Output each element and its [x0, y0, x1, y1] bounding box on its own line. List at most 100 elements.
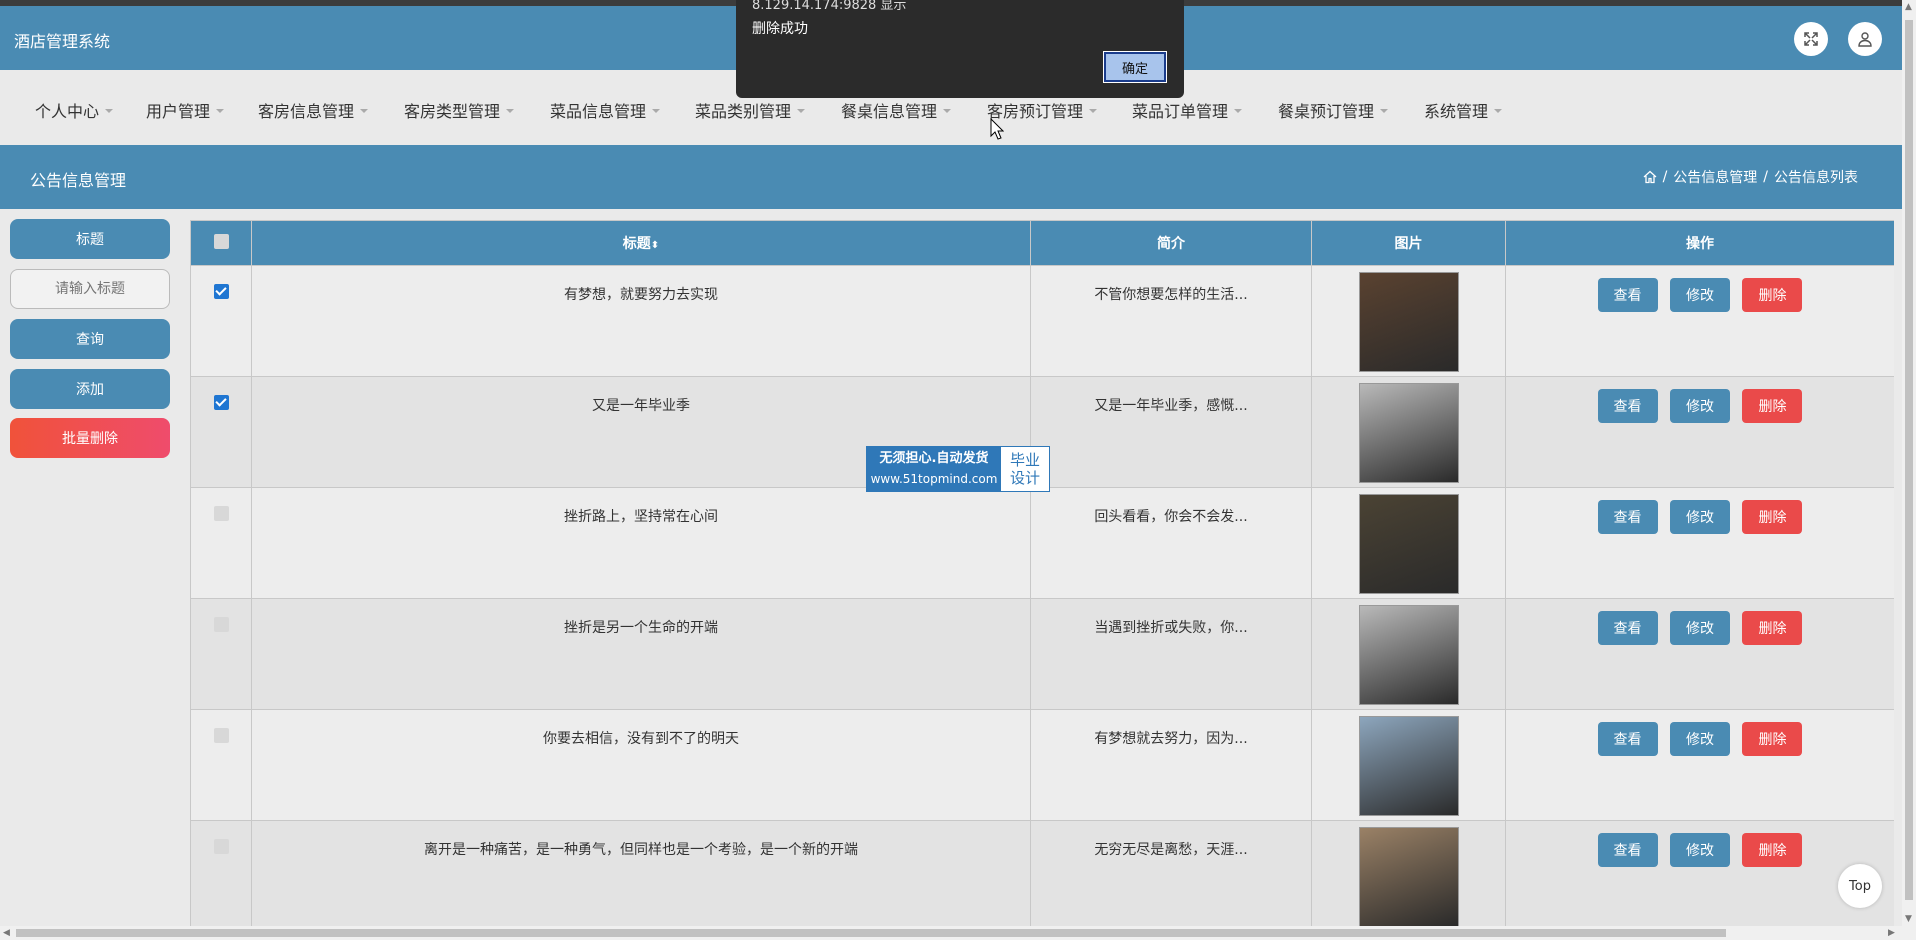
row-summary: 当遇到挫折或失败，你...: [1030, 598, 1312, 710]
caret-down-icon: [797, 108, 806, 113]
notice-table: 标题⬍ 简介 图片 操作 有梦想，就要努力去实现 不管你想要怎样的生活... 查…: [190, 220, 1894, 940]
dialog-ok-button[interactable]: 确定: [1103, 51, 1167, 83]
caret-down-icon: [1494, 108, 1503, 113]
dialog-message: 删除成功: [752, 21, 808, 37]
mouse-cursor-icon: [990, 118, 1004, 140]
column-ops-header: 操作: [1505, 220, 1894, 266]
search-sidebar: 标题 查询 添加 批量删除: [0, 209, 180, 929]
room-image: [1358, 272, 1459, 372]
query-button[interactable]: 查询: [10, 319, 170, 359]
room-image: [1358, 827, 1459, 927]
user-icon: [1858, 32, 1872, 47]
nav-item-table-booking[interactable]: 餐桌预订管理: [1278, 98, 1389, 122]
scroll-right-icon[interactable]: ▶: [1888, 928, 1895, 938]
scroll-up-icon[interactable]: ▲: [1905, 2, 1912, 12]
nav-item-users[interactable]: 用户管理: [146, 98, 225, 122]
delete-button[interactable]: 删除: [1742, 278, 1803, 312]
back-to-top-button[interactable]: Top: [1838, 864, 1882, 908]
table-header-row: 标题⬍ 简介 图片 操作: [190, 220, 1894, 266]
edit-button[interactable]: 修改: [1670, 500, 1730, 534]
nav-item-room-types[interactable]: 客房类型管理: [404, 98, 515, 122]
row-summary: 回头看看，你会不会发...: [1030, 487, 1312, 599]
nav-item-tables[interactable]: 餐桌信息管理: [841, 98, 952, 122]
table-row: 有梦想，就要努力去实现 不管你想要怎样的生活... 查看 修改 删除: [190, 265, 1894, 377]
nav-item-rooms[interactable]: 客房信息管理: [258, 98, 369, 122]
row-summary: 不管你想要怎样的生活...: [1030, 265, 1312, 377]
room-image: [1358, 605, 1459, 705]
room-image: [1358, 383, 1459, 483]
caret-down-icon: [1089, 108, 1098, 113]
vertical-scrollbar[interactable]: ▲ ▼: [1902, 0, 1916, 940]
row-checkbox[interactable]: [213, 506, 229, 521]
delete-button[interactable]: 删除: [1742, 833, 1803, 867]
scroll-left-icon[interactable]: ◀: [3, 928, 10, 938]
view-button[interactable]: 查看: [1597, 278, 1658, 312]
row-checkbox[interactable]: [213, 839, 229, 854]
page-title-bar: 公告信息管理 / 公告信息管理 / 公告信息列表: [0, 145, 1902, 209]
horizontal-scroll-thumb[interactable]: [16, 929, 1726, 937]
user-avatar-button[interactable]: [1848, 22, 1882, 56]
dialog-source: 8.129.14.174:9828 显示: [752, 0, 907, 13]
row-title: 有梦想，就要努力去实现: [251, 265, 1031, 377]
delete-button[interactable]: 删除: [1742, 389, 1803, 423]
caret-down-icon: [105, 108, 114, 113]
horizontal-scrollbar[interactable]: ◀ ▶: [0, 926, 1902, 940]
edit-button[interactable]: 修改: [1670, 833, 1730, 867]
caret-down-icon: [943, 108, 952, 113]
add-button[interactable]: 添加: [10, 369, 170, 409]
scroll-down-icon[interactable]: ▼: [1905, 914, 1912, 924]
view-button[interactable]: 查看: [1597, 389, 1658, 423]
nav-item-dishes[interactable]: 菜品信息管理: [550, 98, 661, 122]
nav-item-personal[interactable]: 个人中心: [35, 98, 114, 122]
batch-delete-button[interactable]: 批量删除: [10, 418, 170, 458]
vertical-scroll-thumb[interactable]: [1905, 20, 1913, 900]
caret-down-icon: [1234, 108, 1243, 113]
edit-button[interactable]: 修改: [1670, 389, 1730, 423]
row-title: 离开是一种痛苦，是一种勇气，但同样也是一个考验，是一个新的开端: [251, 820, 1031, 932]
delete-button[interactable]: 删除: [1742, 722, 1803, 756]
nav-item-system[interactable]: 系统管理: [1424, 98, 1503, 122]
edit-button[interactable]: 修改: [1670, 611, 1730, 645]
row-checkbox[interactable]: [213, 395, 229, 410]
title-search-input[interactable]: [10, 269, 170, 309]
column-title-header[interactable]: 标题⬍: [251, 220, 1031, 266]
breadcrumb: / 公告信息管理 / 公告信息列表: [1643, 167, 1858, 187]
delete-button[interactable]: 删除: [1742, 611, 1803, 645]
room-image: [1358, 494, 1459, 594]
row-checkbox[interactable]: [213, 617, 229, 632]
view-button[interactable]: 查看: [1597, 500, 1658, 534]
breadcrumb-item[interactable]: 公告信息管理: [1673, 167, 1757, 187]
edit-button[interactable]: 修改: [1670, 278, 1730, 312]
row-title: 你要去相信，没有到不了的明天: [251, 709, 1031, 821]
table-row: 挫折是另一个生命的开端 当遇到挫折或失败，你... 查看 修改 删除: [190, 598, 1894, 710]
column-image-header: 图片: [1311, 220, 1506, 266]
row-summary: 又是一年毕业季，感慨...: [1030, 376, 1312, 488]
view-button[interactable]: 查看: [1597, 833, 1658, 867]
caret-down-icon: [360, 108, 369, 113]
app-title: 酒店管理系统: [14, 32, 111, 51]
table-row: 挫折路上，坚持常在心间 回头看看，你会不会发... 查看 修改 删除: [190, 487, 1894, 599]
caret-down-icon: [1380, 108, 1389, 113]
title-label: 标题: [10, 219, 170, 259]
fullscreen-icon: [1804, 32, 1818, 46]
nav-item-dish-orders[interactable]: 菜品订单管理: [1132, 98, 1243, 122]
breadcrumb-item-current: 公告信息列表: [1774, 170, 1858, 186]
row-summary: 有梦想就去努力，因为...: [1030, 709, 1312, 821]
nav-item-dish-categories[interactable]: 菜品类别管理: [695, 98, 806, 122]
row-title: 挫折路上，坚持常在心间: [251, 487, 1031, 599]
fullscreen-button[interactable]: [1794, 22, 1828, 56]
delete-button[interactable]: 删除: [1742, 500, 1803, 534]
table-row: 离开是一种痛苦，是一种勇气，但同样也是一个考验，是一个新的开端 无穷无尽是离愁，…: [190, 820, 1894, 932]
alert-dialog: 8.129.14.174:9828 显示 删除成功 确定: [736, 0, 1184, 98]
watermark-badge[interactable]: 无须担心.自动发货 www.51topmind.com 毕业 设计: [866, 446, 1050, 492]
caret-down-icon: [652, 108, 661, 113]
view-button[interactable]: 查看: [1597, 722, 1658, 756]
row-checkbox[interactable]: [213, 284, 229, 299]
select-all-checkbox[interactable]: [213, 233, 229, 249]
row-checkbox[interactable]: [213, 728, 229, 743]
home-icon[interactable]: [1643, 170, 1657, 184]
edit-button[interactable]: 修改: [1670, 722, 1730, 756]
row-title: 挫折是另一个生命的开端: [251, 598, 1031, 710]
table-row: 你要去相信，没有到不了的明天 有梦想就去努力，因为... 查看 修改 删除: [190, 709, 1894, 821]
view-button[interactable]: 查看: [1597, 611, 1658, 645]
